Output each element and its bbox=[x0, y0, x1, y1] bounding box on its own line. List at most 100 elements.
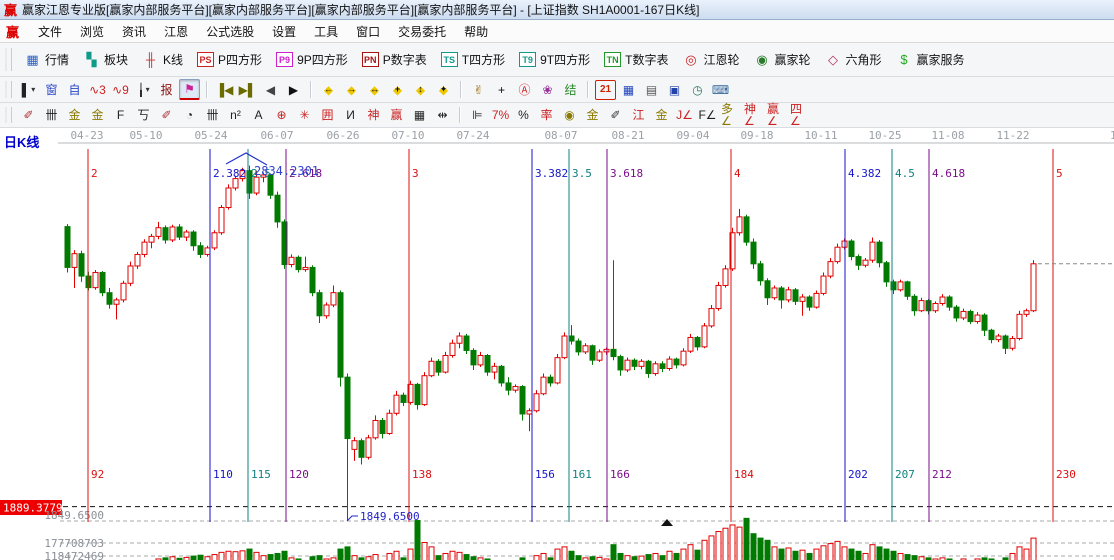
diamond-both-icon[interactable]: ◆↔ bbox=[364, 80, 385, 100]
p-square-icon[interactable]: PSP四方形 bbox=[190, 48, 269, 71]
circle-cross-icon[interactable]: ⊕ bbox=[271, 105, 292, 125]
prev-bar-icon[interactable]: ◀ bbox=[260, 80, 281, 100]
clock-icon[interactable]: ◷ bbox=[687, 80, 708, 100]
nine-p-square-icon[interactable]: P99P四方形 bbox=[269, 48, 355, 71]
a-slash-icon[interactable]: A bbox=[248, 105, 269, 125]
gold-under-icon[interactable]: 金 bbox=[651, 105, 672, 125]
shen-rail-icon[interactable]: 神 bbox=[363, 105, 384, 125]
diamond-updown-icon[interactable]: ◆↕ bbox=[410, 80, 431, 100]
sectors-icon[interactable]: ▚板块 bbox=[76, 48, 135, 71]
ying-angle-icon[interactable]: 赢∠ bbox=[766, 105, 787, 125]
knot-purple-icon[interactable]: ❀ bbox=[537, 80, 558, 100]
crosshair-icon[interactable]: + bbox=[491, 80, 512, 100]
menu-item-1[interactable]: 文件 bbox=[29, 23, 71, 41]
ying-rail-icon[interactable]: 赢 bbox=[386, 105, 407, 125]
percent7-icon[interactable]: 7% bbox=[490, 105, 511, 125]
pen3-icon[interactable]: ✐ bbox=[605, 105, 626, 125]
candle-style-icon[interactable]: ╽▾ bbox=[133, 80, 154, 100]
gold-lines-icon[interactable]: 金 bbox=[582, 105, 603, 125]
wave-3-icon[interactable]: ∿3 bbox=[87, 80, 108, 100]
pan-hand-icon[interactable]: ✌ bbox=[468, 80, 489, 100]
last-bar-icon[interactable]: ▶▌ bbox=[237, 80, 258, 100]
menu-item-7[interactable]: 工具 bbox=[305, 23, 347, 41]
winner-wheel-icon: ◉ bbox=[753, 52, 770, 68]
self-select-icon[interactable]: 自 bbox=[64, 80, 85, 100]
jiang-wave-icon[interactable]: 江 bbox=[628, 105, 649, 125]
percent-icon[interactable]: % bbox=[513, 105, 534, 125]
low-level-label: 1849.6500 bbox=[44, 509, 104, 522]
diamond-plus-icon[interactable]: ◆+ bbox=[387, 80, 408, 100]
si-angle-icon[interactable]: 四∠ bbox=[789, 105, 810, 125]
gann-wheel-icon[interactable]: ◎江恩轮 bbox=[675, 48, 746, 71]
rail2-icon[interactable]: 卌 bbox=[202, 105, 223, 125]
calendar-21-icon[interactable]: 21 bbox=[595, 80, 616, 100]
date-label: 06-26 bbox=[326, 129, 359, 142]
first-bar-icon[interactable]: ▐◀ bbox=[214, 80, 235, 100]
menu-item-2[interactable]: 浏览 bbox=[71, 23, 113, 41]
calculator-icon[interactable]: ▦ bbox=[618, 80, 639, 100]
number-grid-icon[interactable]: ▦ bbox=[409, 105, 430, 125]
p-number-table-icon[interactable]: PNP数字表 bbox=[355, 48, 434, 71]
date-label: 08-07 bbox=[544, 129, 577, 142]
t-number-table-icon[interactable]: TNT数字表 bbox=[597, 48, 675, 71]
hexagon-icon[interactable]: ◇六角形 bbox=[818, 48, 889, 71]
volume-bars bbox=[156, 518, 1036, 560]
f-angle-icon[interactable]: F∠ bbox=[697, 105, 718, 125]
span-arrows-icon[interactable]: ⇹ bbox=[432, 105, 453, 125]
menu-item-6[interactable]: 设置 bbox=[263, 23, 305, 41]
t-number-table-icon: TN bbox=[604, 52, 621, 67]
web-icon[interactable]: ✳ bbox=[294, 105, 315, 125]
menu-item-4[interactable]: 江恩 bbox=[155, 23, 197, 41]
diamond-right-icon[interactable]: ◆→ bbox=[341, 80, 362, 100]
flag-chart-icon[interactable]: ⚑ bbox=[179, 79, 200, 100]
gold-rail-icon[interactable]: 金 bbox=[64, 105, 85, 125]
draw-pen-icon[interactable]: ✐ bbox=[18, 105, 39, 125]
rate-icon[interactable]: 率 bbox=[536, 105, 557, 125]
gann-count-label: 115 bbox=[251, 468, 271, 481]
wave-9-icon[interactable]: ∿9 bbox=[110, 80, 131, 100]
j-angle-icon[interactable]: J∠ bbox=[674, 105, 695, 125]
gold-rail2-icon[interactable]: 金 bbox=[87, 105, 108, 125]
pen2-icon[interactable]: ✐ bbox=[156, 105, 177, 125]
notepad-icon[interactable]: ▤ bbox=[641, 80, 662, 100]
measure-icon[interactable]: ⊫ bbox=[467, 105, 488, 125]
menu-item-5[interactable]: 公式选股 bbox=[197, 23, 263, 41]
square-web-icon[interactable]: 囲 bbox=[317, 105, 338, 125]
menu-item-3[interactable]: 资讯 bbox=[113, 23, 155, 41]
gold-circle-icon[interactable]: ◉ bbox=[559, 105, 580, 125]
main-toolbar: ▦行情▚板块╫K线PSP四方形P99P四方形PNP数字表TST四方形T99T四方… bbox=[0, 43, 1114, 77]
t-square-icon[interactable]: TST四方形 bbox=[434, 48, 512, 71]
winner-service-icon[interactable]: $赢家服务 bbox=[889, 48, 972, 71]
menu-item-9[interactable]: 交易委托 bbox=[389, 23, 455, 41]
duo-angle-icon[interactable]: 多∠ bbox=[720, 105, 741, 125]
magnify-icon[interactable]: Ⓐ bbox=[514, 80, 535, 100]
diamond-star-icon[interactable]: ◆✦ bbox=[433, 80, 454, 100]
knot-green-icon[interactable]: 结 bbox=[560, 80, 581, 100]
n-mark-icon[interactable]: И bbox=[340, 105, 361, 125]
menu-item-10[interactable]: 帮助 bbox=[455, 23, 497, 41]
winner-wheel-icon[interactable]: ◉赢家轮 bbox=[746, 48, 817, 71]
next-bar-icon[interactable]: ▶ bbox=[283, 80, 304, 100]
s-rail-icon[interactable]: 丂 bbox=[133, 105, 154, 125]
app-window: { "window": { "title": "赢家江恩专业版[赢家内部服务平台… bbox=[0, 0, 1114, 560]
save-icon[interactable]: ▣ bbox=[664, 80, 685, 100]
quotes-grid-icon[interactable]: ▦行情 bbox=[17, 48, 76, 71]
kline-icon[interactable]: ╫K线 bbox=[135, 48, 190, 71]
grid-rail-icon[interactable]: 卌 bbox=[41, 105, 62, 125]
chart-area[interactable]: 日K线 04-2305-1005-2406-0706-2607-1007-240… bbox=[0, 128, 1114, 560]
cycle-circle-icon[interactable]: ◔ bbox=[179, 105, 200, 125]
nine-t-square-icon[interactable]: T99T四方形 bbox=[512, 48, 597, 71]
chart-type-icon[interactable]: ▌▾ bbox=[18, 80, 39, 100]
tool-label: 赢家服务 bbox=[917, 51, 965, 68]
report-icon[interactable]: 报 bbox=[156, 80, 177, 100]
diamond-left-icon[interactable]: ◆← bbox=[318, 80, 339, 100]
date-label: 12-06 bbox=[1110, 129, 1114, 142]
kline-chart-canvas[interactable]: 04-2305-1005-2406-0706-2607-1007-2408-07… bbox=[0, 128, 1114, 560]
gann-ratio-label: 3.618 bbox=[610, 167, 643, 180]
menu-item-8[interactable]: 窗口 bbox=[347, 23, 389, 41]
n-square-icon[interactable]: n² bbox=[225, 105, 246, 125]
system-icon[interactable]: ⌨ bbox=[710, 80, 731, 100]
f-rail-icon[interactable]: F bbox=[110, 105, 131, 125]
shen-angle-icon[interactable]: 神∠ bbox=[743, 105, 764, 125]
window-layout-icon[interactable]: 窗 bbox=[41, 80, 62, 100]
